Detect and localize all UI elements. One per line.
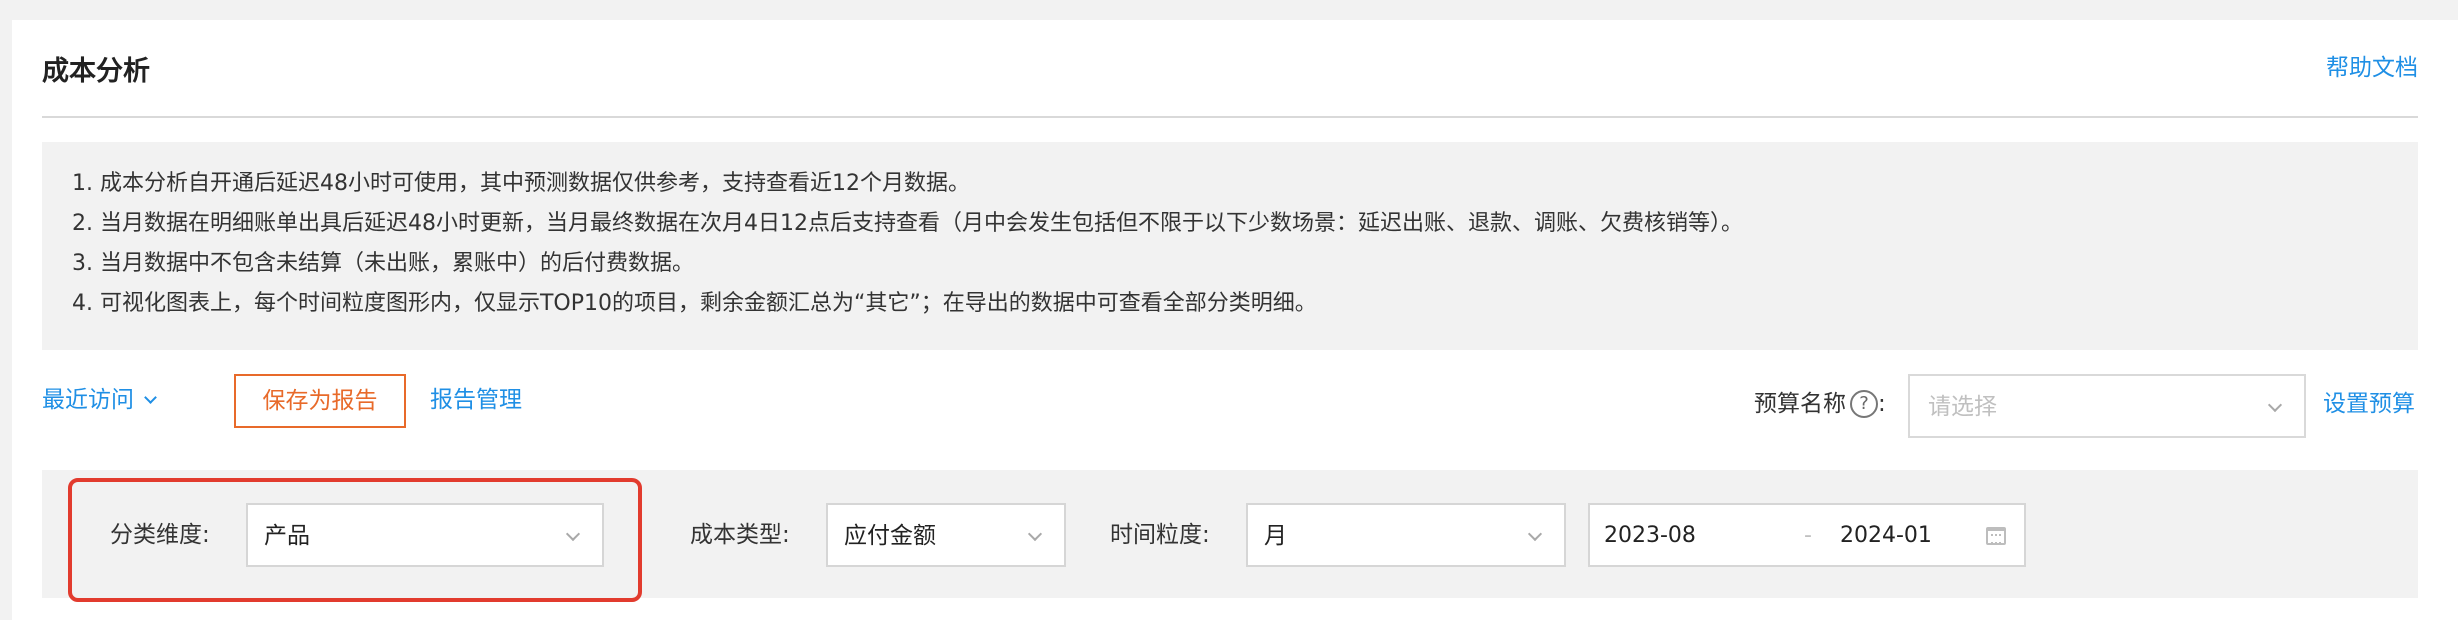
header-divider: [42, 116, 2418, 118]
question-icon[interactable]: ?: [1850, 390, 1878, 418]
budget-name-colon: :: [1878, 391, 1886, 417]
notice-line-1: 1. 成本分析自开通后延迟48小时可使用，其中预测数据仅供参考，支持查看近12个…: [72, 171, 970, 196]
highlight-annotation: [68, 478, 642, 602]
chevron-down-icon: [2267, 397, 2283, 413]
budget-select-placeholder: 请选择: [1928, 394, 1997, 420]
notice-line-4: 4. 可视化图表上，每个时间粒度图形内，仅显示TOP10的项目，剩余金额汇总为“…: [72, 291, 1317, 316]
help-docs-link[interactable]: 帮助文档: [2326, 52, 2418, 84]
calendar-icon: [1986, 527, 2006, 545]
cost-type-value: 应付金额: [844, 523, 936, 549]
report-manage-link[interactable]: 报告管理: [430, 382, 522, 418]
cost-type-label: 成本类型:: [690, 522, 790, 548]
date-start[interactable]: 2023-08: [1604, 519, 1696, 553]
recent-visit-dropdown[interactable]: 最近访问: [42, 382, 157, 418]
date-end[interactable]: 2024-01: [1840, 519, 1932, 553]
chevron-down-icon: [144, 391, 157, 404]
budget-name-label: 预算名称?:: [1754, 386, 1886, 422]
granularity-label: 时间粒度:: [1110, 522, 1210, 548]
date-separator: -: [1804, 523, 1812, 548]
chevron-down-icon: [1027, 526, 1043, 542]
save-as-report-button[interactable]: 保存为报告: [234, 374, 406, 428]
granularity-select[interactable]: 月: [1246, 503, 1566, 567]
granularity-value: 月: [1264, 523, 1287, 549]
notice-line-3: 3. 当月数据中不包含未结算（未出账，累账中）的后付费数据。: [72, 251, 694, 276]
page-title: 成本分析: [42, 56, 150, 87]
cost-type-select[interactable]: 应付金额: [826, 503, 1066, 567]
recent-visit-label: 最近访问: [42, 387, 134, 413]
notice-line-2: 2. 当月数据在明细账单出具后延迟48小时更新，当月最终数据在次月4日12点后支…: [72, 211, 1743, 236]
chevron-down-icon: [1527, 526, 1543, 542]
budget-name-text: 预算名称: [1754, 391, 1846, 417]
date-range-picker[interactable]: 2023-08 - 2024-01: [1588, 503, 2026, 567]
set-budget-link[interactable]: 设置预算: [2323, 386, 2415, 422]
budget-select[interactable]: 请选择: [1908, 374, 2306, 438]
notice-box: 1. 成本分析自开通后延迟48小时可使用，其中预测数据仅供参考，支持查看近12个…: [42, 142, 2418, 350]
